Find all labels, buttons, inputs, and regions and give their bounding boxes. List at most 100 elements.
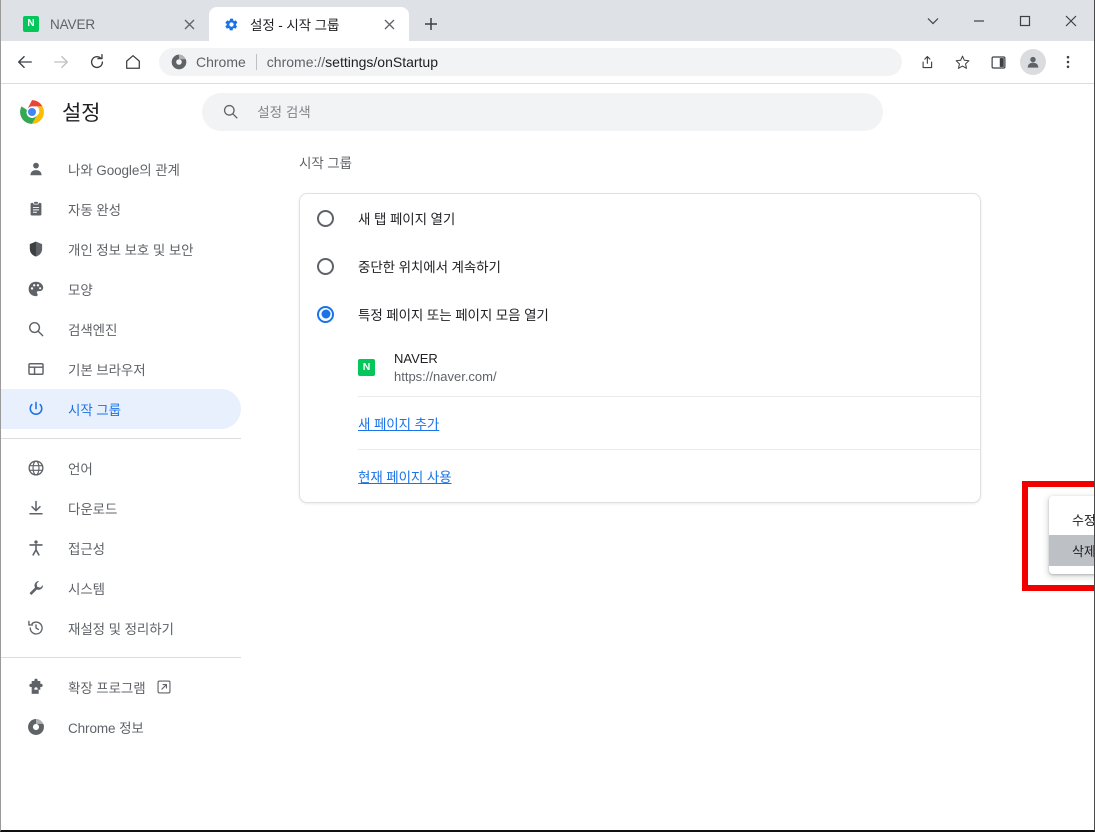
radio-button[interactable] — [317, 210, 334, 227]
search-icon — [26, 319, 46, 339]
tab-strip: N NAVER 설정 - 시작 그룹 — [1, 0, 1094, 41]
radio-button[interactable] — [317, 306, 334, 323]
close-icon[interactable] — [179, 14, 199, 34]
sidebar-item-reset-cleanup[interactable]: 재설정 및 정리하기 — [1, 608, 241, 648]
sidebar-item-label: 확장 프로그램 — [68, 677, 146, 697]
settings-gear-icon — [223, 16, 239, 32]
palette-icon — [26, 279, 46, 299]
minimize-button[interactable] — [956, 4, 1002, 38]
avatar[interactable] — [1020, 49, 1046, 75]
use-current-pages-row: 현재 페이지 사용 — [300, 450, 980, 502]
share-icon[interactable] — [910, 46, 942, 78]
three-dot-menu-icon[interactable] — [1052, 46, 1084, 78]
wrench-icon — [26, 578, 46, 598]
settings-main: 시작 그룹 새 탭 페이지 열기 중단한 위치에서 계속하기 특정 페이지 또는… — [258, 140, 1094, 832]
sidebar-divider — [1, 438, 241, 439]
add-new-page-link[interactable]: 새 페이지 추가 — [358, 413, 439, 433]
url-prefix: chrome:// — [267, 54, 325, 70]
startup-page-name: NAVER — [394, 351, 497, 366]
context-menu-item-label: 수정 — [1072, 510, 1095, 529]
download-icon — [26, 498, 46, 518]
sidebar-item-search-engine[interactable]: 검색엔진 — [1, 309, 241, 349]
sidebar-item-privacy-security[interactable]: 개인 정보 보호 및 보안 — [1, 229, 241, 269]
chrome-icon — [26, 717, 46, 737]
settings-header: 설정 — [1, 84, 1094, 140]
sidebar-item-default-browser[interactable]: 기본 브라우저 — [1, 349, 241, 389]
sidebar-item-appearance[interactable]: 모양 — [1, 269, 241, 309]
history-restore-icon — [26, 618, 46, 638]
tab-settings[interactable]: 설정 - 시작 그룹 — [209, 7, 409, 41]
sidebar-item-label: Chrome 정보 — [68, 717, 144, 737]
sidebar-item-label: 시작 그룹 — [68, 399, 121, 419]
sidebar-item-label: 시스템 — [68, 578, 105, 598]
startup-page-context-menu: 수정 삭제 — [1049, 496, 1095, 574]
radio-label: 중단한 위치에서 계속하기 — [358, 256, 501, 276]
home-icon[interactable] — [117, 46, 149, 78]
naver-favicon: N — [23, 16, 39, 32]
close-icon[interactable] — [379, 14, 399, 34]
sidebar-item-languages[interactable]: 언어 — [1, 448, 241, 488]
on-startup-card: 새 탭 페이지 열기 중단한 위치에서 계속하기 특정 페이지 또는 페이지 모… — [299, 193, 981, 503]
search-icon — [222, 103, 240, 121]
sidebar-item-label: 접근성 — [68, 538, 105, 558]
radio-label: 새 탭 페이지 열기 — [358, 208, 455, 228]
back-arrow-icon[interactable] — [9, 46, 41, 78]
settings-sidebar: 나와 Google의 관계 자동 완성 개인 정보 보호 및 보안 모양 — [1, 140, 258, 832]
sidebar-item-label: 재설정 및 정리하기 — [68, 618, 174, 638]
context-menu-item-delete[interactable]: 삭제 — [1049, 535, 1095, 566]
sidebar-item-label: 다운로드 — [68, 498, 117, 518]
side-panel-icon[interactable] — [982, 46, 1014, 78]
omnibox-separator — [256, 54, 257, 70]
forward-arrow-icon[interactable] — [45, 46, 77, 78]
sidebar-divider — [1, 657, 241, 658]
naver-favicon: N — [358, 359, 375, 376]
search-input[interactable] — [257, 105, 863, 120]
tab-title: 설정 - 시작 그룹 — [250, 14, 373, 34]
reload-icon[interactable] — [81, 46, 113, 78]
accessibility-icon — [26, 538, 46, 558]
clipboard-icon — [26, 199, 46, 219]
new-tab-button[interactable] — [417, 10, 445, 38]
puzzle-icon — [26, 677, 46, 697]
tab-title: NAVER — [50, 17, 173, 32]
maximize-button[interactable] — [1002, 4, 1048, 38]
context-menu-item-edit[interactable]: 수정 — [1049, 504, 1095, 535]
chrome-icon — [171, 54, 187, 70]
radio-button[interactable] — [317, 258, 334, 275]
startup-page-row: N NAVER https://naver.com/ — [300, 338, 980, 396]
tab-search-button[interactable] — [910, 4, 956, 38]
sidebar-item-label: 검색엔진 — [68, 319, 117, 339]
startup-page-url: https://naver.com/ — [394, 369, 497, 384]
sidebar-item-label: 자동 완성 — [68, 199, 121, 219]
radio-open-specific-pages[interactable]: 특정 페이지 또는 페이지 모음 열기 — [300, 290, 980, 338]
sidebar-item-on-startup[interactable]: 시작 그룹 — [1, 389, 241, 429]
sidebar-item-accessibility[interactable]: 접근성 — [1, 528, 241, 568]
close-button[interactable] — [1048, 4, 1094, 38]
tab-naver[interactable]: N NAVER — [9, 7, 209, 41]
sidebar-item-label: 모양 — [68, 279, 93, 299]
browser-window-icon — [26, 359, 46, 379]
about-chrome-suffix: 정보 — [115, 721, 143, 736]
sidebar-item-label: 언어 — [68, 458, 93, 478]
radio-label: 특정 페이지 또는 페이지 모음 열기 — [358, 304, 549, 324]
sidebar-item-autofill[interactable]: 자동 완성 — [1, 189, 241, 229]
address-bar[interactable]: Chrome chrome://settings/onStartup — [159, 48, 902, 76]
radio-open-new-tab[interactable]: 새 탭 페이지 열기 — [300, 194, 980, 242]
star-icon[interactable] — [946, 46, 978, 78]
settings-search-box[interactable] — [202, 93, 883, 131]
sidebar-item-system[interactable]: 시스템 — [1, 568, 241, 608]
sidebar-item-downloads[interactable]: 다운로드 — [1, 488, 241, 528]
external-link-icon — [157, 680, 171, 694]
about-chrome-prefix: Chrome — [68, 721, 115, 736]
sidebar-item-extensions[interactable]: 확장 프로그램 — [1, 667, 241, 707]
sidebar-item-label: 기본 브라우저 — [68, 359, 146, 379]
use-current-pages-link[interactable]: 현재 페이지 사용 — [358, 466, 452, 486]
page-title: 설정 — [62, 97, 100, 127]
chrome-logo — [19, 99, 45, 125]
sidebar-item-you-and-google[interactable]: 나와 Google의 관계 — [1, 149, 241, 189]
sidebar-item-about-chrome[interactable]: Chrome 정보 — [1, 707, 241, 747]
sidebar-item-label: 개인 정보 보호 및 보안 — [68, 239, 193, 259]
context-menu-item-label: 삭제 — [1072, 541, 1095, 560]
radio-continue-where-left-off[interactable]: 중단한 위치에서 계속하기 — [300, 242, 980, 290]
section-title: 시작 그룹 — [299, 152, 1094, 172]
